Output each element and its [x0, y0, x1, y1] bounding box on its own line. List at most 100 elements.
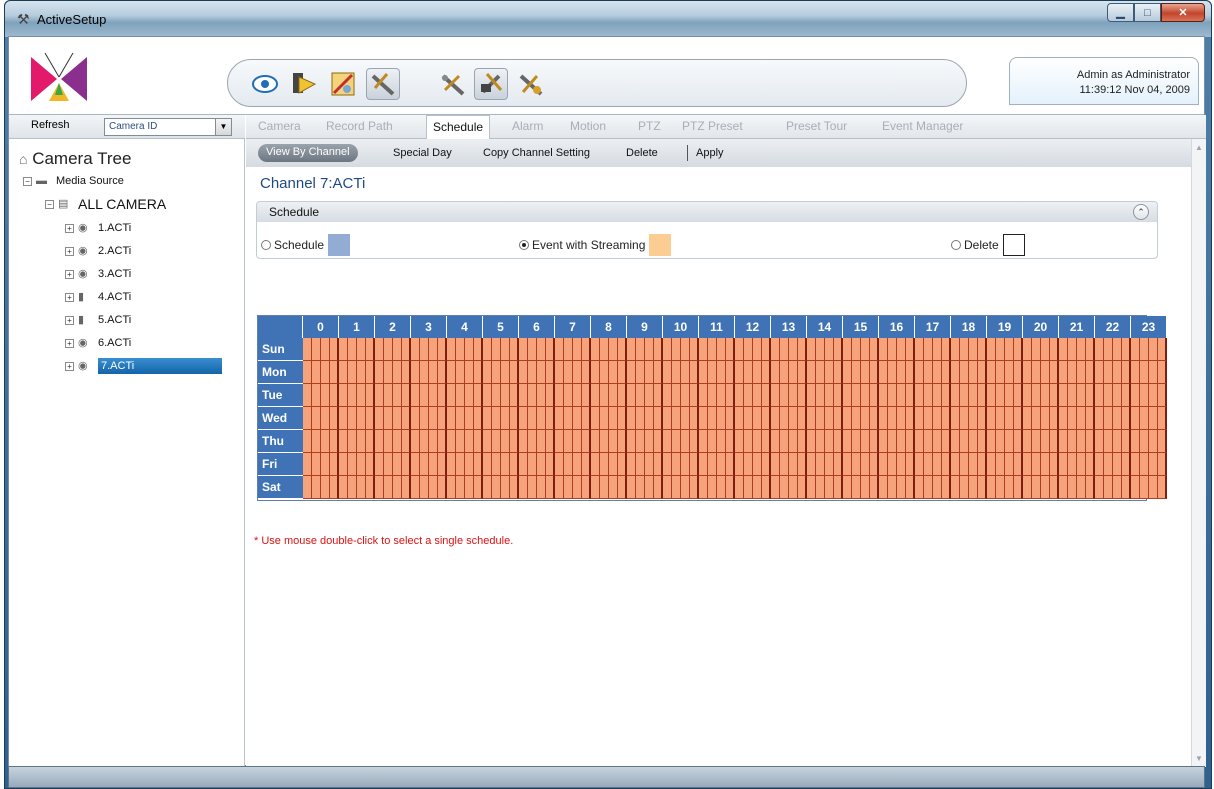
schedule-cell[interactable] [1032, 361, 1041, 384]
schedule-cell[interactable] [375, 384, 384, 407]
schedule-cell[interactable] [978, 476, 987, 499]
playback-icon[interactable] [286, 68, 320, 100]
schedule-cell[interactable] [1149, 384, 1158, 407]
schedule-cell[interactable] [816, 338, 825, 361]
delete-button[interactable]: Delete [626, 147, 658, 159]
record-setup-icon[interactable] [326, 68, 360, 100]
schedule-cell[interactable] [1032, 407, 1041, 430]
schedule-cell[interactable] [843, 384, 852, 407]
schedule-cell[interactable] [330, 384, 339, 407]
schedule-cell[interactable] [339, 407, 348, 430]
schedule-cell[interactable] [420, 361, 429, 384]
schedule-cell[interactable] [1077, 361, 1086, 384]
refresh-button[interactable]: Refresh [31, 119, 70, 131]
schedule-cell[interactable] [933, 338, 942, 361]
schedule-cell[interactable] [933, 407, 942, 430]
schedule-cell[interactable] [834, 384, 843, 407]
schedule-cell[interactable] [627, 384, 636, 407]
schedule-cell[interactable] [969, 453, 978, 476]
schedule-cell[interactable] [834, 453, 843, 476]
schedule-cell[interactable] [465, 407, 474, 430]
schedule-cell[interactable] [843, 453, 852, 476]
schedule-cell[interactable] [915, 453, 924, 476]
schedule-cell[interactable] [312, 407, 321, 430]
schedule-cell[interactable] [357, 361, 366, 384]
schedule-cell[interactable] [942, 430, 951, 453]
schedule-cell[interactable] [780, 453, 789, 476]
schedule-cell[interactable] [330, 338, 339, 361]
schedule-cell[interactable] [636, 407, 645, 430]
schedule-cell[interactable] [303, 476, 312, 499]
schedule-cell[interactable] [690, 453, 699, 476]
schedule-cell[interactable] [339, 338, 348, 361]
schedule-cell[interactable] [888, 338, 897, 361]
schedule-cell[interactable] [411, 361, 420, 384]
schedule-cell[interactable] [1014, 430, 1023, 453]
camera-tools-icon[interactable] [474, 68, 508, 100]
schedule-cell[interactable] [465, 338, 474, 361]
schedule-cell[interactable] [1095, 338, 1104, 361]
schedule-cell[interactable] [420, 453, 429, 476]
schedule-cell[interactable] [933, 384, 942, 407]
schedule-cell[interactable] [1104, 384, 1113, 407]
schedule-cell[interactable] [897, 384, 906, 407]
schedule-cell[interactable] [897, 361, 906, 384]
schedule-cell[interactable] [1086, 361, 1095, 384]
schedule-cell[interactable] [600, 407, 609, 430]
day-label[interactable]: Fri [258, 453, 303, 476]
schedule-cell[interactable] [672, 338, 681, 361]
schedule-cell[interactable] [600, 476, 609, 499]
schedule-cell[interactable] [708, 384, 717, 407]
schedule-cell[interactable] [1023, 476, 1032, 499]
schedule-cell[interactable] [1158, 361, 1167, 384]
schedule-cell[interactable] [780, 476, 789, 499]
schedule-cell[interactable] [726, 407, 735, 430]
schedule-cell[interactable] [636, 430, 645, 453]
hour-header-cell[interactable]: 12 [735, 316, 771, 338]
schedule-cell[interactable] [1158, 430, 1167, 453]
schedule-cell[interactable] [915, 384, 924, 407]
schedule-cell[interactable] [726, 361, 735, 384]
schedule-cell[interactable] [915, 338, 924, 361]
schedule-cell[interactable] [546, 407, 555, 430]
close-button[interactable]: ✕ [1161, 3, 1205, 22]
schedule-cell[interactable] [618, 407, 627, 430]
schedule-cell[interactable] [1023, 430, 1032, 453]
schedule-cell[interactable] [366, 476, 375, 499]
scroll-up-icon[interactable]: ▲ [1195, 143, 1203, 152]
schedule-cell[interactable] [816, 430, 825, 453]
schedule-cell[interactable] [699, 384, 708, 407]
schedule-cell[interactable] [321, 430, 330, 453]
schedule-cell[interactable] [384, 430, 393, 453]
schedule-cell[interactable] [951, 407, 960, 430]
schedule-cell[interactable] [618, 453, 627, 476]
schedule-cell[interactable] [1158, 476, 1167, 499]
schedule-cell[interactable] [987, 338, 996, 361]
schedule-cell[interactable] [375, 430, 384, 453]
schedule-cell[interactable] [357, 384, 366, 407]
schedule-cell[interactable] [465, 361, 474, 384]
schedule-cell[interactable] [1086, 384, 1095, 407]
schedule-cell[interactable] [1050, 476, 1059, 499]
schedule-cell[interactable] [348, 430, 357, 453]
schedule-cell[interactable] [420, 407, 429, 430]
schedule-cell[interactable] [933, 430, 942, 453]
schedule-cell[interactable] [771, 430, 780, 453]
schedule-cell[interactable] [807, 476, 816, 499]
schedule-cell[interactable] [924, 407, 933, 430]
schedule-cell[interactable] [348, 476, 357, 499]
schedule-cell[interactable] [330, 361, 339, 384]
expand-icon[interactable]: + [65, 292, 74, 302]
schedule-cell[interactable] [978, 453, 987, 476]
schedule-cell[interactable] [591, 407, 600, 430]
schedule-cell[interactable] [1149, 407, 1158, 430]
schedule-cell[interactable] [744, 338, 753, 361]
maximize-button[interactable]: □ [1134, 3, 1161, 22]
schedule-cell[interactable] [492, 407, 501, 430]
schedule-cell[interactable] [879, 476, 888, 499]
schedule-cell[interactable] [1077, 407, 1086, 430]
schedule-cell[interactable] [1041, 453, 1050, 476]
schedule-cell[interactable] [564, 407, 573, 430]
schedule-cell[interactable] [753, 361, 762, 384]
schedule-cell[interactable] [1131, 338, 1140, 361]
